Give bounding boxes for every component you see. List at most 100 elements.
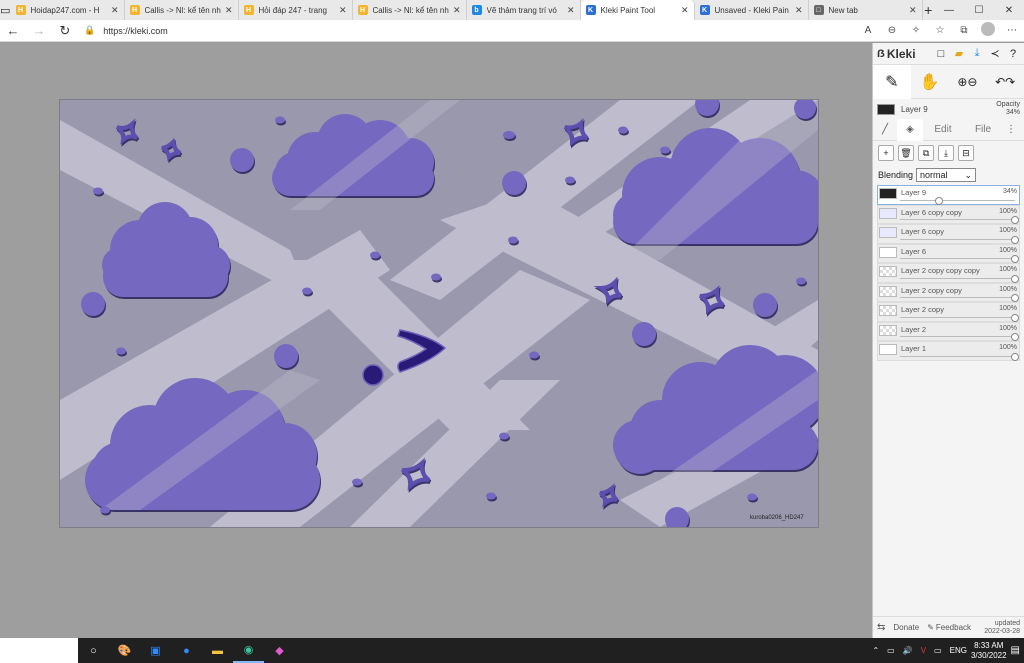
browser-tab-2[interactable]: H Hỏi đáp 247 - trang ✕ [239,0,353,20]
tab-edit[interactable]: Edit [923,124,963,135]
duplicate-layer-icon[interactable]: ⧉ [918,145,934,161]
file-explorer-icon[interactable]: ▬ [202,638,233,663]
blending-select[interactable]: normal ⌄ [916,168,977,182]
layer-item[interactable]: Layer 6 100% [877,243,1020,263]
tab-close-icon[interactable]: ✕ [567,5,575,16]
share-icon[interactable]: ≺ [988,47,1002,60]
zoom-app-icon[interactable]: ▣ [140,638,171,663]
tab-file[interactable]: File [963,124,1003,135]
collections-icon[interactable]: ⧉ [952,25,976,36]
layer-item[interactable]: Layer 9 34% [877,185,1020,205]
tab-close-icon[interactable]: ✕ [795,5,803,16]
drawing-canvas[interactable]: kuroba0206_HD247 [60,100,818,527]
zalo-app-icon[interactable]: ● [171,638,202,663]
tab-brush-icon[interactable]: ╱ [873,124,897,135]
slider-knob[interactable] [1011,216,1019,224]
layer-item[interactable]: Layer 6 copy copy 100% [877,204,1020,224]
browser-tab-3[interactable]: H Callis -> Nl: kể tên nh ✕ [353,0,467,20]
new-tab-button[interactable]: + [923,0,934,20]
browser-tab-1[interactable]: H Callis -> Nl: kể tên nh ✕ [125,0,239,20]
back-button[interactable]: ← [0,23,26,38]
browser-tab-7[interactable]: □ New tab ✕ [809,0,923,20]
browser-tab-4[interactable]: b Vẽ thảm trang trí vó ✕ [467,0,581,20]
layer-item[interactable]: Layer 1 100% [877,341,1020,361]
more-menu-icon[interactable]: ⋯ [1000,25,1024,36]
edge-browser-icon[interactable]: ◉ [233,638,264,663]
more-icon[interactable]: ⋮ [1003,124,1019,135]
zoom-in-out-icon[interactable]: ⊕⊖ [949,65,987,99]
battery-icon[interactable]: ▭ [930,646,946,655]
slider-knob[interactable] [1011,255,1019,263]
merge-layer-icon[interactable]: ⤓ [938,145,954,161]
download-icon[interactable]: ⤓ [970,47,984,60]
zoom-icon[interactable]: ⊖ [880,25,904,36]
read-aloud-icon[interactable]: A [856,25,880,36]
canvas-workspace[interactable]: kuroba0206_HD247 [0,43,872,638]
layer-opacity-slider[interactable] [900,216,1019,224]
tray-chevron-icon[interactable]: ⌃ [868,646,883,655]
maximize-icon[interactable]: ☐ [964,0,994,20]
language-indicator[interactable]: ENG [946,646,971,655]
layer-item[interactable]: Layer 2 copy 100% [877,302,1020,322]
browser-tab-6[interactable]: K Unsaved - Kleki Pain ✕ [695,0,809,20]
slider-knob[interactable] [935,196,944,205]
minimize-icon[interactable]: — [934,0,964,20]
feedback-link[interactable]: Feedback [936,623,971,632]
tab-close-icon[interactable]: ✕ [225,5,233,16]
layer-opacity-slider[interactable] [900,255,1019,263]
layer-opacity-slider[interactable] [900,235,1019,244]
open-folder-icon[interactable]: ▰ [952,47,966,60]
layer-opacity-slider[interactable] [900,333,1019,341]
swap-icon[interactable]: ⇆ [877,622,885,633]
hand-tool-icon[interactable]: ✋ [911,65,949,99]
new-image-icon[interactable]: □ [934,48,948,60]
browser-tab-0[interactable]: H Hoidap247.com - H ✕ [11,0,125,20]
tab-actions-icon[interactable]: ▭ [0,0,11,20]
clock[interactable]: 8:33 AM 3/30/2022 [971,641,1007,661]
layer-item[interactable]: Layer 6 copy 100% [877,224,1020,244]
kleki-logo[interactable]: ẞ Kleki [877,47,916,61]
forward-button[interactable]: → [26,23,52,38]
slider-knob[interactable] [1011,313,1019,322]
notification-icon[interactable]: ▤ [1007,645,1024,656]
undo-redo-icon[interactable]: ↶↷ [986,65,1024,99]
layer-opacity-slider[interactable] [900,294,1019,302]
slider-knob[interactable] [1011,333,1019,341]
delete-layer-icon[interactable]: 🗑 [898,145,914,161]
donate-link[interactable]: Donate [893,623,919,632]
layer-opacity-slider[interactable] [900,196,1015,205]
tab-close-icon[interactable]: ✕ [339,5,347,16]
layer-item[interactable]: Layer 2 copy copy 100% [877,282,1020,302]
browser-tab-5[interactable]: K Kleki Paint Tool ✕ [580,0,695,20]
volume-icon[interactable]: 🔊 [899,646,917,655]
profile-avatar[interactable] [976,22,1000,39]
help-icon[interactable]: ? [1006,48,1020,60]
refresh-button[interactable]: ↻ [52,23,78,39]
layer-opacity-slider[interactable] [900,274,1019,283]
brush-tool-icon[interactable]: ✎ [873,64,911,99]
antivirus-icon[interactable]: V [917,646,930,655]
tab-close-icon[interactable]: ✕ [453,5,461,16]
drop-app-icon[interactable]: ◆ [264,638,295,663]
extensions-icon[interactable]: ✧ [904,25,928,36]
layer-item[interactable]: Layer 2 copy copy copy 100% [877,263,1020,283]
close-window-icon[interactable]: ✕ [994,0,1024,20]
layer-opacity-slider[interactable] [900,313,1019,322]
tab-close-icon[interactable]: ✕ [909,5,917,16]
favorites-icon[interactable]: ☆ [928,25,952,36]
paint-app-icon[interactable]: 🎨 [109,638,140,663]
layer-opacity-slider[interactable] [900,352,1019,361]
layer-item[interactable]: Layer 2 100% [877,321,1020,341]
slider-knob[interactable] [1011,294,1019,302]
tab-close-icon[interactable]: ✕ [111,5,119,16]
slider-knob[interactable] [1011,352,1019,361]
task-view-icon[interactable]: ○ [78,638,109,663]
layer-properties-icon[interactable]: ⊟ [958,145,974,161]
address-bar[interactable]: 🔒 https://kleki.com [84,22,824,40]
network-icon[interactable]: ▭ [883,646,899,655]
slider-knob[interactable] [1011,274,1019,283]
slider-knob[interactable] [1011,235,1019,244]
tab-layers-icon[interactable]: ◈ [897,118,923,141]
add-layer-icon[interactable]: + [878,145,894,161]
tab-close-icon[interactable]: ✕ [681,5,689,16]
